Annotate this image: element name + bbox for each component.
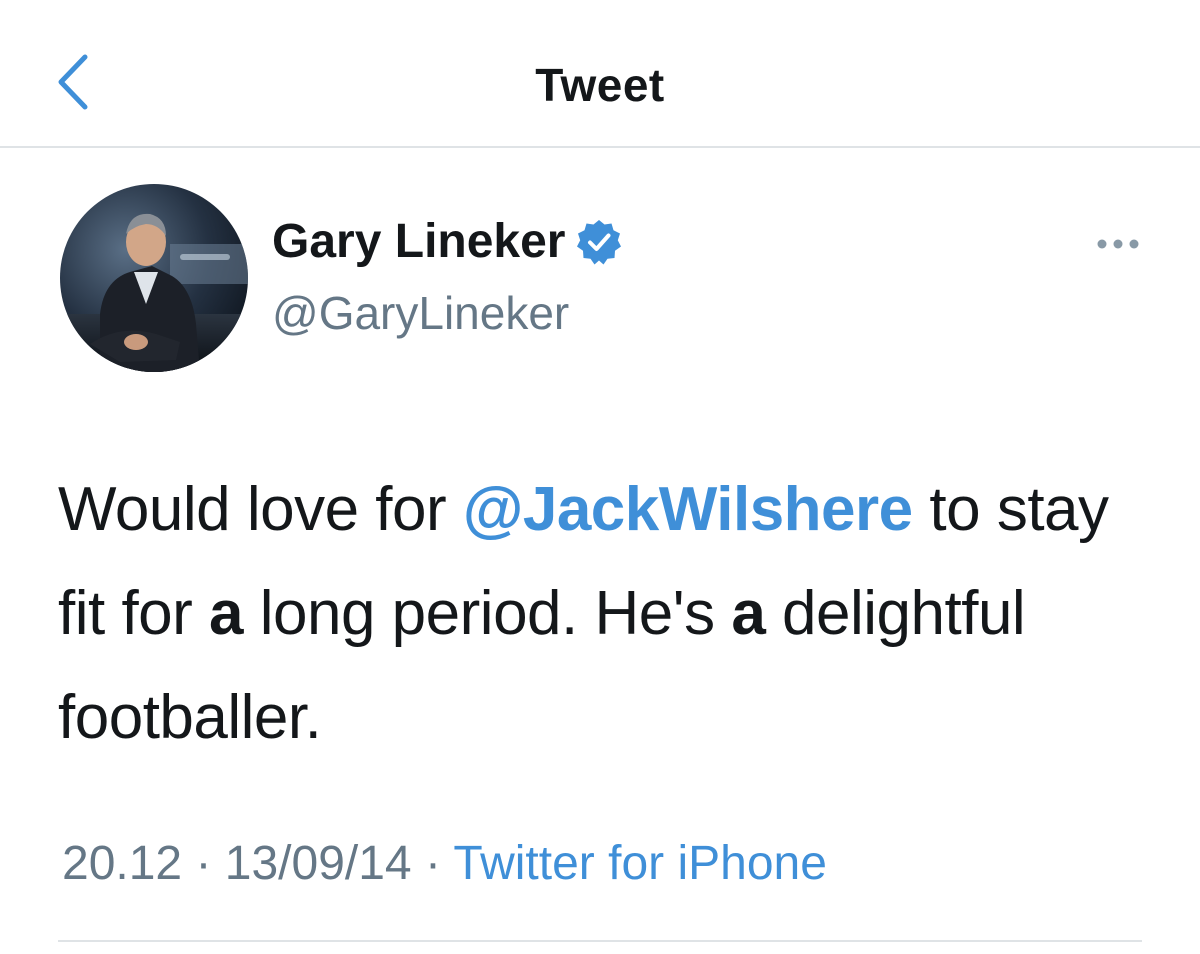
top-nav-bar: Tweet bbox=[0, 0, 1200, 148]
tweet-text-bold: a bbox=[731, 579, 766, 648]
meta-separator: · bbox=[411, 837, 454, 890]
tweet-screen: Tweet Gary Lineker @GaryLineker Would lo… bbox=[0, 0, 1200, 954]
tweet-text: Would love for @JackWilshere to stay fit… bbox=[58, 458, 1158, 770]
meta-separator: · bbox=[182, 837, 225, 890]
more-options-button[interactable] bbox=[1088, 222, 1148, 266]
tweet-text-bold: a bbox=[209, 579, 244, 648]
author-display-name[interactable]: Gary Lineker bbox=[272, 214, 623, 269]
tweet-meta: 20.12 · 13/09/14 · Twitter for iPhone bbox=[62, 836, 827, 891]
tweet-text-part: long period. He's bbox=[243, 579, 732, 648]
verified-badge-icon bbox=[577, 219, 622, 264]
tweet-text-part: Would love for bbox=[58, 475, 463, 544]
tweet-source-link[interactable]: Twitter for iPhone bbox=[453, 837, 827, 890]
avatar-photo bbox=[60, 184, 248, 372]
mention-link[interactable]: @JackWilshere bbox=[463, 475, 913, 544]
author-handle[interactable]: @GaryLineker bbox=[272, 286, 569, 340]
tweet-date: 13/09/14 bbox=[224, 837, 412, 890]
author-avatar[interactable] bbox=[60, 184, 248, 372]
page-title: Tweet bbox=[535, 59, 665, 111]
divider bbox=[58, 940, 1142, 942]
author-name-text: Gary Lineker bbox=[272, 215, 566, 268]
more-horizontal-icon bbox=[1097, 239, 1139, 249]
tweet-time: 20.12 bbox=[62, 837, 183, 890]
